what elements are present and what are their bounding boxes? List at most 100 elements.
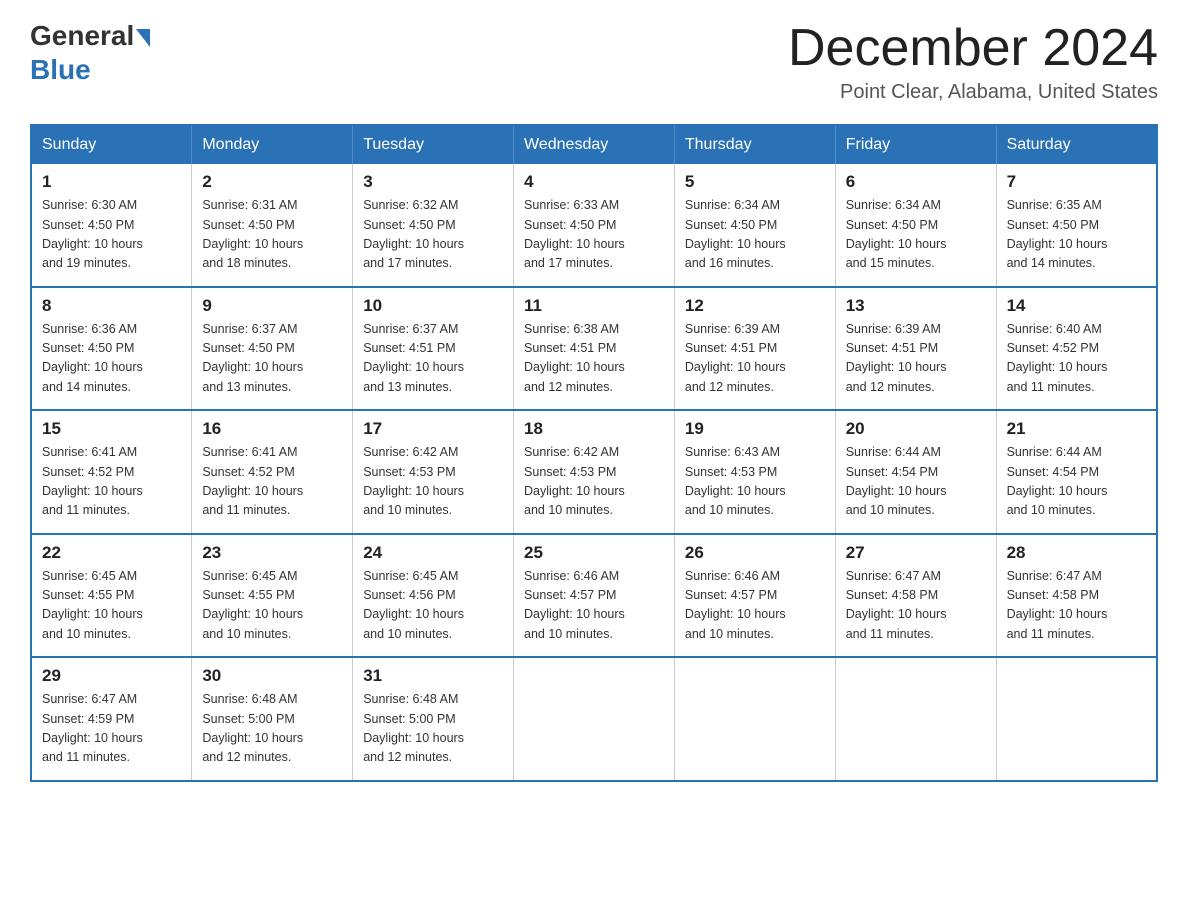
calendar-cell: [514, 657, 675, 781]
day-number: 30: [202, 666, 342, 686]
day-info: Sunrise: 6:44 AMSunset: 4:54 PMDaylight:…: [846, 443, 986, 521]
calendar-cell: 21Sunrise: 6:44 AMSunset: 4:54 PMDayligh…: [996, 410, 1157, 534]
day-number: 29: [42, 666, 181, 686]
day-info: Sunrise: 6:48 AMSunset: 5:00 PMDaylight:…: [202, 690, 342, 768]
logo: General Blue: [30, 20, 150, 86]
calendar-week-row: 1 Sunrise: 6:30 AMSunset: 4:50 PMDaylight…: [31, 164, 1157, 287]
calendar-cell: [674, 657, 835, 781]
day-number: 10: [363, 296, 503, 316]
calendar-cell: 23 Sunrise: 6:45 AMSunset: 4:55 PMDayligh…: [192, 534, 353, 658]
day-number: 9: [202, 296, 342, 316]
calendar-cell: 19 Sunrise: 6:43 AMSunset: 4:53 PMDayligh…: [674, 410, 835, 534]
logo-arrow-icon: [136, 29, 150, 47]
day-number: 20: [846, 419, 986, 439]
calendar-cell: 10 Sunrise: 6:37 AMSunset: 4:51 PMDayligh…: [353, 287, 514, 411]
calendar-week-row: 29 Sunrise: 6:47 AMSunset: 4:59 PMDayligh…: [31, 657, 1157, 781]
calendar-cell: 22 Sunrise: 6:45 AMSunset: 4:55 PMDayligh…: [31, 534, 192, 658]
day-info: Sunrise: 6:42 AMSunset: 4:53 PMDaylight:…: [363, 443, 503, 521]
calendar-cell: 14Sunrise: 6:40 AMSunset: 4:52 PMDayligh…: [996, 287, 1157, 411]
day-info: Sunrise: 6:35 AMSunset: 4:50 PMDaylight:…: [1007, 196, 1146, 274]
day-number: 2: [202, 172, 342, 192]
weekday-header-friday: Friday: [835, 125, 996, 164]
day-info: Sunrise: 6:45 AMSunset: 4:55 PMDaylight:…: [202, 567, 342, 645]
day-info: Sunrise: 6:38 AMSunset: 4:51 PMDaylight:…: [524, 320, 664, 398]
logo-blue-text: Blue: [30, 54, 91, 86]
weekday-header-monday: Monday: [192, 125, 353, 164]
day-number: 5: [685, 172, 825, 192]
day-info: Sunrise: 6:43 AMSunset: 4:53 PMDaylight:…: [685, 443, 825, 521]
day-info: Sunrise: 6:39 AMSunset: 4:51 PMDaylight:…: [846, 320, 986, 398]
day-info: Sunrise: 6:47 AMSunset: 4:58 PMDaylight:…: [846, 567, 986, 645]
calendar-cell: 7 Sunrise: 6:35 AMSunset: 4:50 PMDaylight…: [996, 164, 1157, 287]
day-info: Sunrise: 6:47 AMSunset: 4:58 PMDaylight:…: [1007, 567, 1146, 645]
calendar-cell: 12 Sunrise: 6:39 AMSunset: 4:51 PMDayligh…: [674, 287, 835, 411]
calendar-cell: 4Sunrise: 6:33 AMSunset: 4:50 PMDaylight…: [514, 164, 675, 287]
day-number: 13: [846, 296, 986, 316]
page-header: General Blue December 2024 Point Clear, …: [30, 20, 1158, 104]
day-number: 25: [524, 543, 664, 563]
day-info: Sunrise: 6:45 AMSunset: 4:56 PMDaylight:…: [363, 567, 503, 645]
weekday-header-wednesday: Wednesday: [514, 125, 675, 164]
day-number: 6: [846, 172, 986, 192]
calendar-cell: 17 Sunrise: 6:42 AMSunset: 4:53 PMDayligh…: [353, 410, 514, 534]
calendar-cell: 28 Sunrise: 6:47 AMSunset: 4:58 PMDayligh…: [996, 534, 1157, 658]
day-info: Sunrise: 6:41 AMSunset: 4:52 PMDaylight:…: [202, 443, 342, 521]
day-number: 21: [1007, 419, 1146, 439]
day-number: 23: [202, 543, 342, 563]
calendar-cell: [996, 657, 1157, 781]
day-number: 24: [363, 543, 503, 563]
calendar-week-row: 8 Sunrise: 6:36 AMSunset: 4:50 PMDaylight…: [31, 287, 1157, 411]
weekday-header-tuesday: Tuesday: [353, 125, 514, 164]
calendar-cell: 26Sunrise: 6:46 AMSunset: 4:57 PMDayligh…: [674, 534, 835, 658]
day-number: 19: [685, 419, 825, 439]
calendar-cell: 25 Sunrise: 6:46 AMSunset: 4:57 PMDayligh…: [514, 534, 675, 658]
day-info: Sunrise: 6:33 AMSunset: 4:50 PMDaylight:…: [524, 196, 664, 274]
day-info: Sunrise: 6:40 AMSunset: 4:52 PMDaylight:…: [1007, 320, 1146, 398]
day-number: 1: [42, 172, 181, 192]
calendar-cell: 29 Sunrise: 6:47 AMSunset: 4:59 PMDayligh…: [31, 657, 192, 781]
calendar-cell: [835, 657, 996, 781]
calendar-cell: 11 Sunrise: 6:38 AMSunset: 4:51 PMDayligh…: [514, 287, 675, 411]
day-number: 28: [1007, 543, 1146, 563]
calendar-cell: 30 Sunrise: 6:48 AMSunset: 5:00 PMDayligh…: [192, 657, 353, 781]
calendar-cell: 18Sunrise: 6:42 AMSunset: 4:53 PMDayligh…: [514, 410, 675, 534]
day-number: 3: [363, 172, 503, 192]
calendar-cell: 6Sunrise: 6:34 AMSunset: 4:50 PMDaylight…: [835, 164, 996, 287]
calendar-cell: 31Sunrise: 6:48 AMSunset: 5:00 PMDayligh…: [353, 657, 514, 781]
day-info: Sunrise: 6:39 AMSunset: 4:51 PMDaylight:…: [685, 320, 825, 398]
weekday-header-row: SundayMondayTuesdayWednesdayThursdayFrid…: [31, 125, 1157, 164]
day-info: Sunrise: 6:41 AMSunset: 4:52 PMDaylight:…: [42, 443, 181, 521]
day-number: 12: [685, 296, 825, 316]
day-info: Sunrise: 6:36 AMSunset: 4:50 PMDaylight:…: [42, 320, 181, 398]
day-number: 26: [685, 543, 825, 563]
calendar-week-row: 22 Sunrise: 6:45 AMSunset: 4:55 PMDayligh…: [31, 534, 1157, 658]
day-number: 15: [42, 419, 181, 439]
day-number: 11: [524, 296, 664, 316]
calendar-week-row: 15 Sunrise: 6:41 AMSunset: 4:52 PMDayligh…: [31, 410, 1157, 534]
location-subtitle: Point Clear, Alabama, United States: [788, 81, 1158, 104]
calendar-cell: 16Sunrise: 6:41 AMSunset: 4:52 PMDayligh…: [192, 410, 353, 534]
day-number: 22: [42, 543, 181, 563]
calendar-cell: 3 Sunrise: 6:32 AMSunset: 4:50 PMDaylight…: [353, 164, 514, 287]
logo-general-text: General: [30, 20, 134, 52]
calendar-cell: 2Sunrise: 6:31 AMSunset: 4:50 PMDaylight…: [192, 164, 353, 287]
day-info: Sunrise: 6:45 AMSunset: 4:55 PMDaylight:…: [42, 567, 181, 645]
day-info: Sunrise: 6:47 AMSunset: 4:59 PMDaylight:…: [42, 690, 181, 768]
calendar-table: SundayMondayTuesdayWednesdayThursdayFrid…: [30, 124, 1158, 782]
day-info: Sunrise: 6:37 AMSunset: 4:51 PMDaylight:…: [363, 320, 503, 398]
calendar-cell: 15 Sunrise: 6:41 AMSunset: 4:52 PMDayligh…: [31, 410, 192, 534]
day-info: Sunrise: 6:32 AMSunset: 4:50 PMDaylight:…: [363, 196, 503, 274]
day-info: Sunrise: 6:34 AMSunset: 4:50 PMDaylight:…: [685, 196, 825, 274]
day-number: 31: [363, 666, 503, 686]
day-number: 17: [363, 419, 503, 439]
calendar-cell: 5 Sunrise: 6:34 AMSunset: 4:50 PMDaylight…: [674, 164, 835, 287]
day-info: Sunrise: 6:46 AMSunset: 4:57 PMDaylight:…: [524, 567, 664, 645]
day-number: 8: [42, 296, 181, 316]
calendar-cell: 24 Sunrise: 6:45 AMSunset: 4:56 PMDayligh…: [353, 534, 514, 658]
weekday-header-thursday: Thursday: [674, 125, 835, 164]
day-info: Sunrise: 6:30 AMSunset: 4:50 PMDaylight:…: [42, 196, 181, 274]
title-block: December 2024 Point Clear, Alabama, Unit…: [788, 20, 1158, 104]
day-number: 7: [1007, 172, 1146, 192]
day-info: Sunrise: 6:37 AMSunset: 4:50 PMDaylight:…: [202, 320, 342, 398]
month-title: December 2024: [788, 20, 1158, 77]
